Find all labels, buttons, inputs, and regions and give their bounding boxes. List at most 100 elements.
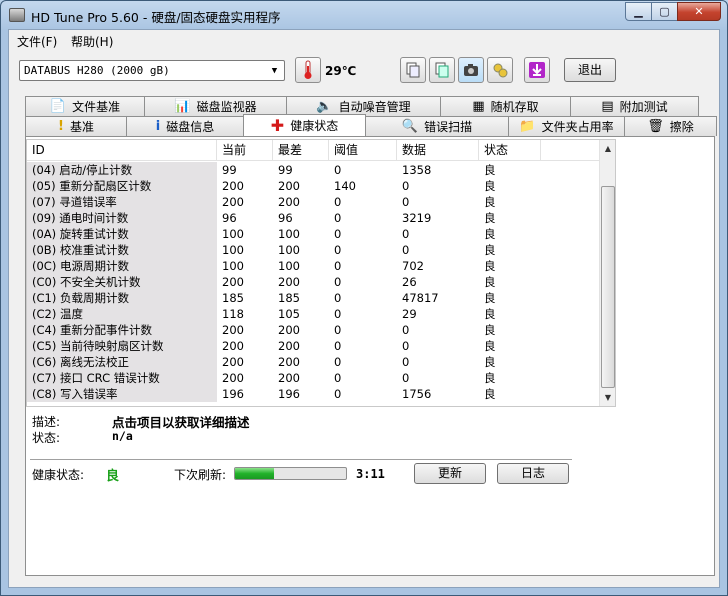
table-row[interactable]: (09) 通电时间计数 96 96 0 3219 良 bbox=[27, 210, 599, 226]
cell-data: 702 bbox=[402, 259, 424, 273]
table-row[interactable]: (05) 重新分配扇区计数 200 200 140 0 良 bbox=[27, 178, 599, 194]
column-header-threshold[interactable]: 阈值 bbox=[329, 140, 397, 161]
cell-worst: 100 bbox=[278, 227, 300, 241]
exit-button[interactable]: 退出 bbox=[564, 58, 616, 82]
table-row[interactable]: (C0) 不安全关机计数 200 200 0 26 良 bbox=[27, 274, 599, 290]
copy-icon[interactable] bbox=[400, 57, 426, 83]
cell-blank bbox=[541, 178, 599, 194]
copy-all-icon[interactable] bbox=[429, 57, 455, 83]
table-row[interactable]: (C5) 当前待映射扇区计数 200 200 0 0 良 bbox=[27, 338, 599, 354]
table-body: (04) 启动/停止计数 99 99 0 1358 良 (05) 重新分配扇区计数 200 20… bbox=[27, 162, 599, 402]
temperature-readout: 29℃ bbox=[325, 64, 357, 78]
tab-extra-tests[interactable]: ▤ 附加测试 bbox=[570, 96, 699, 116]
menu-help[interactable]: 帮助(H) bbox=[71, 33, 113, 50]
document-icon: 📄 bbox=[49, 99, 67, 114]
cell-id: (04) 启动/停止计数 bbox=[27, 162, 217, 178]
thermometer-icon bbox=[295, 57, 321, 83]
cell-threshold: 0 bbox=[334, 323, 342, 337]
table-row[interactable]: (C4) 重新分配事件计数 200 200 0 0 良 bbox=[27, 322, 599, 338]
drive-select[interactable]: DATABUS H280 (2000 gB) ▼ bbox=[19, 60, 285, 81]
tab-error-scan[interactable]: 🔍 错误扫描 bbox=[365, 116, 509, 136]
table-row[interactable]: (C1) 负载周期计数 185 185 0 47817 良 bbox=[27, 290, 599, 306]
cell-worst: 105 bbox=[278, 307, 300, 321]
cell-worst: 200 bbox=[278, 371, 300, 385]
health-status-label: 健康状态: bbox=[32, 468, 85, 482]
info-icon: i bbox=[155, 119, 161, 134]
column-header-worst[interactable]: 最差 bbox=[273, 140, 329, 161]
scroll-up-icon[interactable]: ▲ bbox=[600, 140, 615, 157]
table-row[interactable]: (0B) 校准重试计数 100 100 0 0 良 bbox=[27, 242, 599, 258]
cell-blank bbox=[541, 242, 599, 258]
tab-random-access[interactable]: ▦ 随机存取 bbox=[440, 96, 571, 116]
cell-current: 118 bbox=[222, 307, 244, 321]
cell-threshold: 0 bbox=[334, 163, 342, 177]
cell-data: 0 bbox=[402, 195, 410, 209]
cell-current: 200 bbox=[222, 179, 244, 193]
table-row[interactable]: (04) 启动/停止计数 99 99 0 1358 良 bbox=[27, 162, 599, 178]
options-icon[interactable] bbox=[487, 57, 513, 83]
menu-file[interactable]: 文件(F) bbox=[17, 33, 57, 50]
tab-folder-usage[interactable]: 📁 文件夹占用率 bbox=[508, 116, 625, 136]
cell-status: 良 bbox=[484, 339, 496, 353]
cell-blank bbox=[541, 258, 599, 274]
cell-worst: 200 bbox=[278, 323, 300, 337]
cell-status: 良 bbox=[484, 371, 496, 385]
tab-aam[interactable]: 🔈 自动噪音管理 bbox=[286, 96, 441, 116]
cell-current: 100 bbox=[222, 227, 244, 241]
vertical-scrollbar[interactable]: ▲ ▼ bbox=[599, 140, 615, 406]
tab-disk-monitor[interactable]: 📊 磁盘监视器 bbox=[144, 96, 287, 116]
log-button[interactable]: 日志 bbox=[497, 463, 569, 484]
cell-blank bbox=[541, 194, 599, 210]
smart-table[interactable]: ID 当前 最差 阈值 数据 状态 (04) 启动/停止计数 99 99 0 1358 良… bbox=[26, 139, 616, 407]
cell-current: 100 bbox=[222, 259, 244, 273]
column-header-current[interactable]: 当前 bbox=[217, 140, 273, 161]
tab-disk-info[interactable]: i 磁盘信息 bbox=[126, 116, 244, 136]
cell-blank bbox=[541, 338, 599, 354]
download-icon[interactable] bbox=[524, 57, 550, 83]
tab-file-benchmark[interactable]: 📄 文件基准 bbox=[25, 96, 145, 116]
tab-erase[interactable]: 🗑 擦除 bbox=[624, 116, 717, 136]
cell-data: 3219 bbox=[402, 211, 432, 225]
divider bbox=[30, 459, 572, 460]
cell-worst: 200 bbox=[278, 275, 300, 289]
cell-status: 良 bbox=[484, 259, 496, 273]
cell-blank bbox=[541, 354, 599, 370]
table-row[interactable]: (C2) 温度 118 105 0 29 良 bbox=[27, 306, 599, 322]
cell-data: 0 bbox=[402, 227, 410, 241]
cell-id: (05) 重新分配扇区计数 bbox=[27, 178, 217, 194]
trash-icon: 🗑 bbox=[647, 119, 664, 134]
maximize-button[interactable]: ▢ bbox=[651, 2, 678, 21]
table-row[interactable]: (C8) 写入错误率 196 196 0 1756 良 bbox=[27, 386, 599, 402]
scroll-down-icon[interactable]: ▼ bbox=[600, 389, 615, 406]
column-header-status[interactable]: 状态 bbox=[479, 140, 541, 161]
cell-status: 良 bbox=[484, 355, 496, 369]
menu-bar: 文件(F) 帮助(H) bbox=[9, 30, 719, 50]
cell-worst: 185 bbox=[278, 291, 300, 305]
cell-threshold: 0 bbox=[334, 387, 342, 401]
table-row[interactable]: (0A) 旋转重试计数 100 100 0 0 良 bbox=[27, 226, 599, 242]
table-row[interactable]: (C7) 接口 CRC 错误计数 200 200 0 0 良 bbox=[27, 370, 599, 386]
column-header-data[interactable]: 数据 bbox=[397, 140, 479, 161]
cell-threshold: 0 bbox=[334, 259, 342, 273]
table-row[interactable]: (07) 寻道错误率 200 200 0 0 良 bbox=[27, 194, 599, 210]
tab-health[interactable]: ✚ 健康状态 bbox=[243, 114, 366, 136]
cell-current: 200 bbox=[222, 371, 244, 385]
extra-tests-icon: ▤ bbox=[601, 99, 614, 114]
cell-current: 196 bbox=[222, 387, 244, 401]
cell-status: 良 bbox=[484, 307, 496, 321]
table-row[interactable]: (0C) 电源周期计数 100 100 0 702 良 bbox=[27, 258, 599, 274]
camera-icon[interactable] bbox=[458, 57, 484, 83]
close-button[interactable]: ✕ bbox=[677, 2, 721, 21]
minimize-button[interactable]: ▁ bbox=[625, 2, 652, 21]
tab-benchmark[interactable]: ! 基准 bbox=[25, 116, 127, 136]
cell-threshold: 0 bbox=[334, 291, 342, 305]
cell-current: 185 bbox=[222, 291, 244, 305]
cell-data: 1358 bbox=[402, 163, 432, 177]
table-row[interactable]: (C6) 离线无法校正 200 200 0 0 良 bbox=[27, 354, 599, 370]
cell-data: 0 bbox=[402, 323, 410, 337]
scroll-thumb[interactable] bbox=[601, 186, 615, 388]
update-button[interactable]: 更新 bbox=[414, 463, 486, 484]
cell-status: 良 bbox=[484, 275, 496, 289]
cell-id: (0C) 电源周期计数 bbox=[27, 258, 217, 274]
column-header-id[interactable]: ID bbox=[27, 140, 217, 161]
